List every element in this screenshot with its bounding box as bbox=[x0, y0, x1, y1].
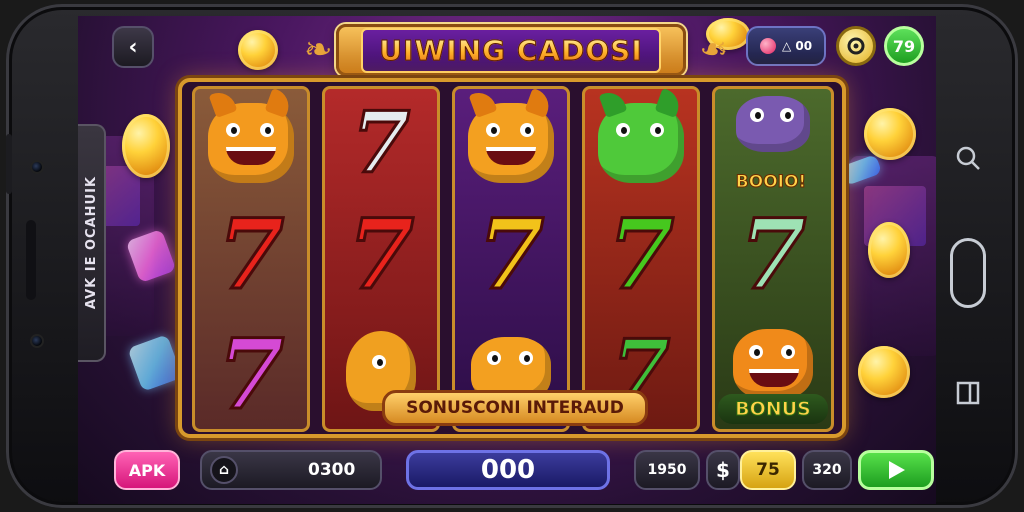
front-camera bbox=[30, 160, 44, 174]
home-button-icon[interactable] bbox=[950, 238, 986, 308]
bet-display-b: 320 bbox=[802, 450, 852, 490]
volume-button bbox=[6, 134, 12, 194]
bottom-bar: APK ⌂ 0300 000 1950 $ 75 320 bbox=[78, 446, 936, 504]
gear-icon bbox=[847, 37, 865, 55]
side-panel[interactable]: AVK IE OCAHUIK bbox=[78, 124, 106, 362]
settings-button[interactable] bbox=[836, 26, 876, 66]
play-icon bbox=[889, 461, 905, 479]
reel-4: 7 7 bbox=[582, 86, 700, 432]
balance-value: 0300 bbox=[308, 460, 356, 480]
bonus-interaud-banner: SONUSCONI INTERAUD bbox=[382, 390, 648, 426]
title-banner: UIWING CADOSI bbox=[336, 24, 686, 76]
chevron-left-icon: ‹ bbox=[128, 34, 138, 60]
sensor bbox=[30, 334, 44, 348]
coin-icon bbox=[864, 108, 916, 160]
balance-display: ⌂ 0300 bbox=[200, 450, 382, 490]
seven-symbol: 7 bbox=[350, 93, 411, 192]
gem-counter: △ 00 bbox=[746, 26, 826, 66]
gem-icon bbox=[127, 334, 183, 392]
seven-symbol: 7 bbox=[346, 198, 416, 311]
apk-button[interactable]: APK bbox=[114, 450, 180, 490]
recents-icon[interactable] bbox=[955, 380, 981, 410]
dollar-button[interactable]: $ bbox=[706, 450, 740, 490]
total-win-display: 000 bbox=[406, 450, 610, 490]
monster-orange-symbol bbox=[455, 89, 567, 191]
monster-green-symbol bbox=[585, 89, 697, 191]
gem-counter-value: △ 00 bbox=[781, 39, 813, 53]
back-button[interactable]: ‹ bbox=[112, 26, 154, 68]
gem-dot-icon bbox=[759, 38, 776, 54]
wing-left-icon: ❧ bbox=[304, 30, 333, 70]
bet-display-a: 1950 bbox=[634, 450, 700, 490]
bet-amount-button[interactable]: 75 bbox=[740, 450, 796, 490]
android-nav-bar bbox=[938, 104, 998, 424]
monster-purple-symbol bbox=[715, 91, 831, 157]
green-badge[interactable]: 79 bbox=[884, 26, 924, 66]
coin-icon bbox=[238, 30, 278, 70]
coin-icon bbox=[858, 346, 910, 398]
total-value: 000 bbox=[480, 455, 536, 485]
game-screen: AVK IE OCAHUIK ‹ ❧ UIWING CADOSI ❧ △ 00 … bbox=[78, 16, 936, 504]
coin-icon bbox=[122, 114, 170, 178]
seven-symbol: 7 bbox=[606, 198, 676, 311]
green-badge-value: 79 bbox=[892, 36, 916, 56]
side-panel-text: AVK IE OCAHUIK bbox=[83, 176, 99, 310]
seven-symbol: 7 bbox=[476, 198, 546, 311]
reel-5: 7 bbox=[712, 86, 834, 432]
wing-right-icon: ❧ bbox=[699, 30, 729, 70]
bonus-banner: BONUS bbox=[718, 394, 828, 424]
reel-1: 7 7 bbox=[192, 86, 310, 432]
game-title: UIWING CADOSI bbox=[379, 33, 643, 67]
monster-orange-symbol bbox=[195, 89, 307, 191]
earpiece bbox=[26, 220, 36, 300]
reel-3: 7 bbox=[452, 86, 570, 432]
spin-button[interactable] bbox=[858, 450, 934, 490]
reel-2: 7 7 bbox=[322, 86, 440, 432]
seven-symbol: 7 bbox=[216, 318, 286, 431]
seven-symbol: 7 bbox=[738, 198, 808, 311]
reel-frame: 7 7 7 7 7 7 7 7 BOOIO! SONUSCONI INTERAU… bbox=[178, 78, 846, 438]
booo-banner: BOOIO! bbox=[735, 172, 807, 193]
search-icon[interactable] bbox=[954, 144, 982, 176]
seven-symbol: 7 bbox=[216, 198, 286, 311]
coin-icon bbox=[868, 222, 910, 278]
home-icon[interactable]: ⌂ bbox=[210, 456, 238, 484]
